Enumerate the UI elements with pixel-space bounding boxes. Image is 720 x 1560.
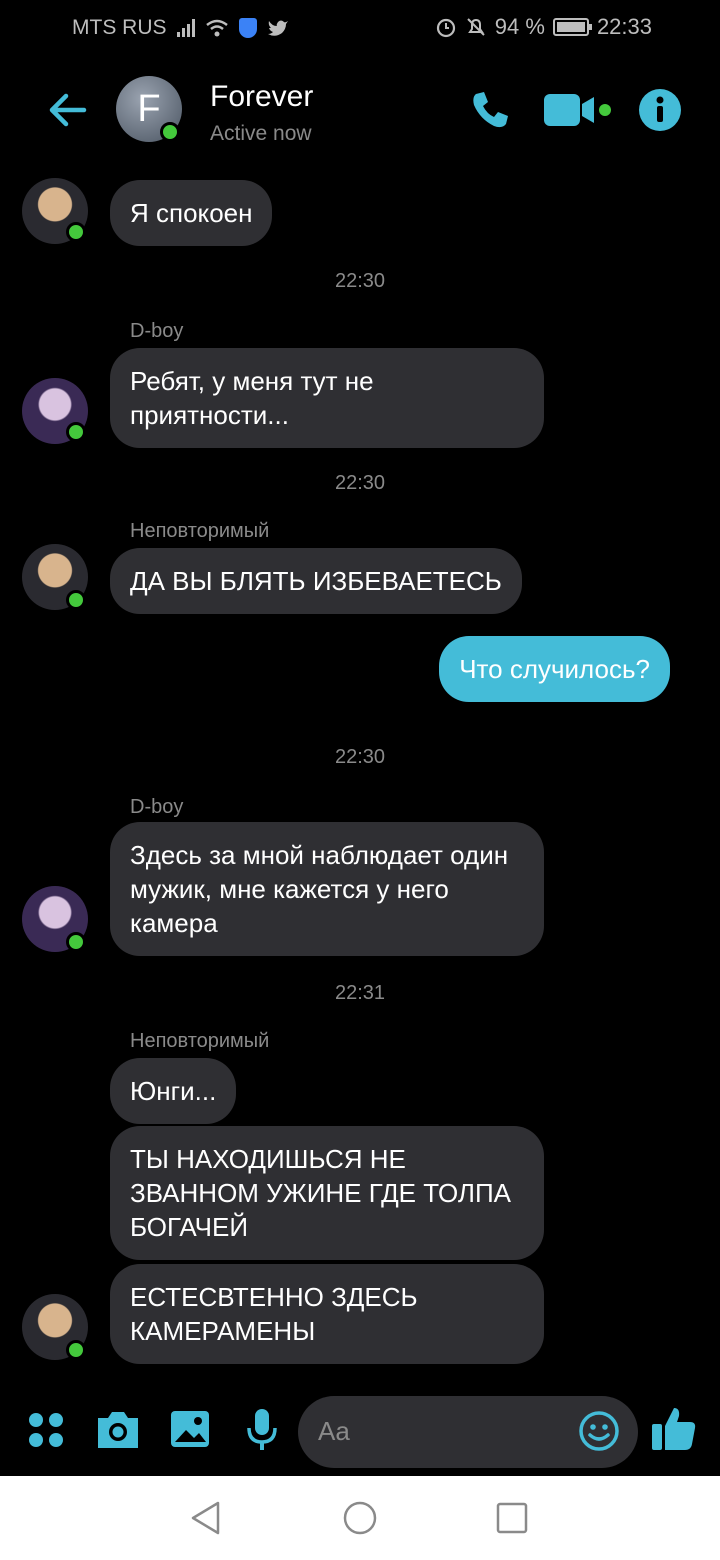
emoji-icon[interactable] [578, 1410, 620, 1452]
alarm-icon [436, 18, 455, 38]
shield-icon [238, 18, 257, 38]
timestamp: 22:30 [334, 472, 386, 494]
back-arrow-icon[interactable] [44, 88, 88, 132]
sender-name: D-boy [130, 796, 184, 818]
message-bubble[interactable]: ЕСТЕСВТЕННО ЗДЕСЬ КАМЕРАМЕНЫ [110, 1264, 544, 1364]
camera-icon[interactable] [94, 1408, 142, 1450]
message-bubble[interactable]: Юнги... [110, 1058, 237, 1124]
message-input-placeholder: Aa [318, 1416, 350, 1446]
sender-name: D-boy [130, 320, 184, 342]
online-indicator [66, 932, 86, 952]
message-bubble[interactable]: Я спокоен [110, 180, 273, 246]
message-list[interactable]: Я спокоен 22:30 D-boy Ребят, у меня тут … [0, 164, 720, 1390]
online-indicator [66, 1340, 86, 1360]
video-icon[interactable] [544, 88, 614, 132]
nav-back-icon[interactable] [188, 1500, 224, 1536]
system-navigation-bar [0, 1476, 720, 1560]
signal-icon [176, 19, 195, 37]
twitter-icon [267, 20, 288, 36]
message-input[interactable]: Aa [298, 1396, 638, 1468]
nav-recents-icon[interactable] [496, 1502, 528, 1534]
microphone-icon[interactable] [246, 1408, 278, 1452]
sender-name: Неповторимый [130, 520, 270, 542]
message-bubble[interactable]: ДА ВЫ БЛЯТЬ ИЗБЕВАЕТЕСЬ [110, 548, 522, 614]
online-indicator [160, 122, 180, 142]
chat-status: Active now [210, 122, 312, 145]
image-icon[interactable] [170, 1410, 210, 1448]
apps-icon[interactable] [28, 1412, 64, 1448]
battery-icon [552, 18, 592, 36]
timestamp: 22:31 [334, 982, 386, 1004]
message-bubble[interactable]: Здесь за мной наблюдает один мужик, мне … [110, 822, 544, 956]
nav-home-icon[interactable] [342, 1500, 378, 1536]
message-bubble[interactable]: ТЫ НАХОДИШЬСЯ НЕ ЗВАННОМ УЖИНЕ ГДЕ ТОЛПА… [110, 1126, 544, 1260]
status-bar: MTS RUS 94 % 22:33 [0, 0, 720, 56]
online-indicator [66, 590, 86, 610]
online-indicator [66, 422, 86, 442]
outgoing-message-bubble[interactable]: Что случилось? [439, 636, 670, 702]
timestamp: 22:30 [334, 270, 386, 292]
wifi-icon [205, 19, 228, 37]
thumbs-up-icon[interactable] [650, 1404, 698, 1452]
composer-bar: Aa [0, 1392, 720, 1476]
carrier-name: MTS RUS [72, 16, 167, 39]
info-icon[interactable] [638, 88, 682, 132]
message-bubble[interactable]: Ребят, у меня тут не приятности... [110, 348, 544, 448]
timestamp: 22:30 [334, 746, 386, 768]
chat-header: F Forever Active now [0, 60, 720, 164]
phone-icon[interactable] [468, 88, 512, 132]
mute-bell-icon [467, 18, 485, 36]
clock: 22:33 [596, 14, 652, 39]
battery-percent: 94 % [494, 14, 545, 39]
chat-title: Forever [210, 80, 314, 113]
sender-name: Неповторимый [130, 1030, 270, 1052]
online-indicator [66, 222, 86, 242]
